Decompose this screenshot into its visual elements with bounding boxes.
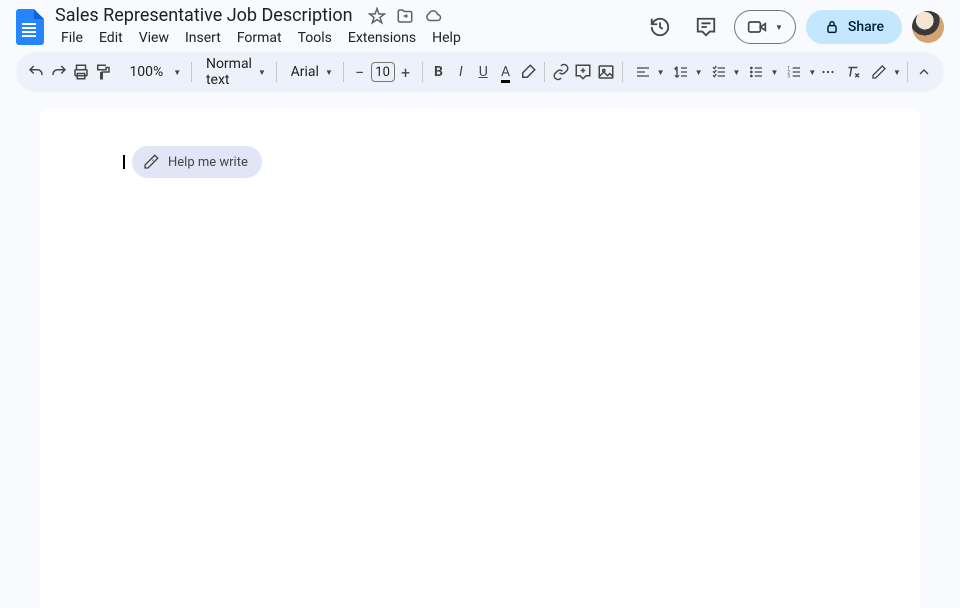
pencil-sparkle-icon — [142, 153, 160, 171]
link-button[interactable] — [551, 58, 571, 86]
chevron-down-icon: ▼ — [657, 68, 665, 77]
chevron-down-icon: ▼ — [770, 68, 778, 77]
chevron-down-icon: ▼ — [173, 68, 181, 77]
header-right: ▼ Share — [642, 9, 944, 45]
document-title[interactable]: Sales Representative Job Description — [54, 4, 359, 27]
chevron-down-icon: ▼ — [258, 68, 266, 77]
style-value: Normal text — [206, 56, 252, 88]
menu-insert[interactable]: Insert — [178, 26, 228, 50]
add-comment-button[interactable] — [573, 58, 593, 86]
image-button[interactable] — [596, 58, 616, 86]
chevron-down-icon: ▼ — [775, 23, 783, 32]
underline-button[interactable]: U — [473, 58, 493, 86]
star-icon[interactable] — [367, 6, 387, 26]
menu-edit[interactable]: Edit — [92, 26, 130, 50]
font-size-control: − + — [350, 62, 416, 82]
separator — [191, 62, 192, 82]
zoom-value: 100% — [123, 64, 167, 80]
header: Sales Representative Job Description Fil… — [0, 0, 960, 46]
menu-extensions[interactable]: Extensions — [341, 26, 423, 50]
paint-format-button[interactable] — [93, 58, 113, 86]
undo-button[interactable] — [26, 58, 46, 86]
chevron-down-icon: ▼ — [695, 68, 703, 77]
move-folder-icon[interactable] — [395, 6, 415, 26]
clear-formatting-button[interactable] — [843, 58, 863, 86]
editing-mode-button[interactable]: ▼ — [865, 58, 901, 86]
highlight-button[interactable] — [518, 58, 538, 86]
line-spacing-button[interactable]: ▼ — [667, 58, 703, 86]
zoom-select[interactable]: 100% ▼ — [115, 58, 185, 86]
chevron-down-icon: ▼ — [808, 68, 816, 77]
menu-bar: File Edit View Insert Format Tools Exten… — [54, 26, 642, 50]
history-icon[interactable] — [642, 9, 678, 45]
menu-file[interactable]: File — [54, 26, 90, 50]
separator — [622, 62, 623, 82]
separator — [422, 62, 423, 82]
comments-icon[interactable] — [688, 9, 724, 45]
chevron-down-icon: ▼ — [325, 68, 333, 77]
menu-tools[interactable]: Tools — [291, 26, 339, 50]
document-canvas[interactable]: Help me write — [40, 108, 920, 608]
bold-button[interactable]: B — [428, 58, 448, 86]
title-area: Sales Representative Job Description Fil… — [54, 4, 642, 50]
separator — [544, 62, 545, 82]
separator — [343, 62, 344, 82]
align-button[interactable]: ▼ — [629, 58, 665, 86]
svg-text:3: 3 — [788, 73, 791, 79]
bulleted-list-button[interactable]: ▼ — [742, 58, 778, 86]
text-color-button[interactable]: A — [495, 58, 515, 86]
video-call-button[interactable]: ▼ — [734, 10, 796, 44]
share-button[interactable]: Share — [806, 10, 902, 44]
font-select[interactable]: Arial ▼ — [283, 58, 337, 86]
numbered-list-button[interactable]: 123 ▼ — [780, 58, 816, 86]
menu-help[interactable]: Help — [425, 26, 468, 50]
menu-view[interactable]: View — [132, 26, 176, 50]
separator — [276, 62, 277, 82]
cloud-status-icon[interactable] — [423, 6, 443, 26]
more-options-button[interactable] — [818, 58, 838, 86]
font-value: Arial — [291, 64, 319, 80]
style-select[interactable]: Normal text ▼ — [198, 58, 270, 86]
title-row: Sales Representative Job Description — [54, 4, 642, 27]
help-me-write-chip[interactable]: Help me write — [132, 146, 262, 178]
print-button[interactable] — [71, 58, 91, 86]
text-cursor — [123, 155, 125, 169]
share-label: Share — [848, 19, 884, 35]
help-chip-label: Help me write — [168, 155, 248, 170]
checklist-button[interactable]: ▼ — [705, 58, 741, 86]
italic-button[interactable]: I — [451, 58, 471, 86]
font-size-input[interactable] — [371, 62, 395, 82]
avatar[interactable] — [912, 11, 944, 43]
separator — [907, 62, 908, 82]
docs-logo-icon[interactable] — [16, 9, 44, 45]
chevron-down-icon: ▼ — [893, 68, 901, 77]
font-size-increase[interactable]: + — [396, 62, 416, 82]
menu-format[interactable]: Format — [230, 26, 289, 50]
redo-button[interactable] — [48, 58, 68, 86]
toolbar: 100% ▼ Normal text ▼ Arial ▼ − + B I U A… — [16, 52, 944, 92]
collapse-toolbar-button[interactable] — [914, 58, 934, 86]
chevron-down-icon: ▼ — [733, 68, 741, 77]
font-size-decrease[interactable]: − — [350, 62, 370, 82]
